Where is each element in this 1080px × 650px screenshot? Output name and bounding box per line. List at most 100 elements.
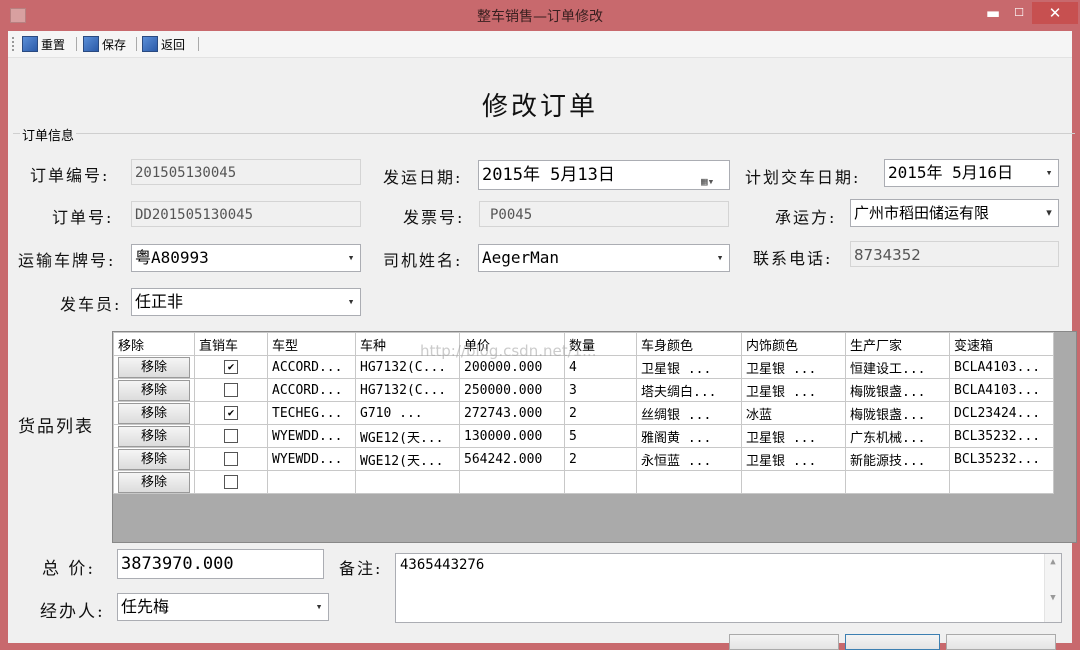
cell-gearbox[interactable]: BCL35232... (949, 447, 1054, 471)
maximize-button[interactable]: ☐ (1008, 2, 1030, 24)
cell-maker[interactable]: 梅陇银盏... (845, 378, 950, 402)
reset-button[interactable]: 重置 (22, 35, 65, 53)
chevron-down-icon[interactable]: ▾ (1042, 160, 1056, 186)
direct-sale-checkbox[interactable]: ✔ (224, 406, 238, 420)
cell-gearbox[interactable] (949, 470, 1054, 494)
order-id-field[interactable]: DD201505130045 (131, 201, 361, 227)
col-header-remove[interactable]: 移除 (113, 332, 195, 356)
total-field[interactable]: 3873970.000 (117, 549, 324, 579)
remove-row-button[interactable]: 移除 (118, 356, 190, 378)
col-header-model[interactable]: 车型 (267, 332, 356, 356)
cell-gearbox[interactable]: BCLA4103... (949, 355, 1054, 379)
bottom-button[interactable] (729, 634, 839, 650)
direct-sale-checkbox[interactable] (224, 475, 238, 489)
cell-body-color[interactable]: 丝绸银 ... (636, 401, 742, 425)
cell-kind[interactable] (355, 470, 460, 494)
cell-maker[interactable]: 恒建设工... (845, 355, 950, 379)
close-button[interactable]: ✕ (1032, 2, 1078, 24)
cell-kind[interactable]: WGE12(天... (355, 447, 460, 471)
col-header-interior-color[interactable]: 内饰颜色 (741, 332, 846, 356)
table-row[interactable]: 移除 ✔ TECHEG... G710 ... 272743.000 2 丝绸银 ... 冰蓝… (113, 401, 1054, 425)
table-row[interactable]: 移除 WYEWDD... WGE12(天... 564242.000 2 永恒蓝 ... 卫… (113, 447, 1054, 471)
table-row[interactable]: 移除 ACCORD... HG7132(C... 250000.000 3 塔夫绸白...… (113, 378, 1054, 402)
cell-qty[interactable] (564, 470, 637, 494)
goods-grid[interactable]: 移除 直销车 车型 车种 单价 数量 车身颜色 内饰颜色 生产厂家 变速箱 移除… (112, 331, 1077, 543)
cell-price[interactable]: 272743.000 (459, 401, 565, 425)
cell-body-color[interactable]: 卫星银 ... (636, 355, 742, 379)
direct-sale-checkbox[interactable] (224, 383, 238, 397)
remark-scrollbar[interactable]: ▲ ▼ (1044, 554, 1061, 622)
back-button[interactable]: 返回 (142, 35, 185, 53)
col-header-body-color[interactable]: 车身颜色 (636, 332, 742, 356)
cell-body-color[interactable]: 永恒蓝 ... (636, 447, 742, 471)
col-header-maker[interactable]: 生产厂家 (845, 332, 950, 356)
cell-qty[interactable]: 2 (564, 447, 637, 471)
cell-kind[interactable]: HG7132(C... (355, 378, 460, 402)
chevron-down-icon[interactable]: ▾ (344, 245, 358, 271)
cell-interior-color[interactable]: 冰蓝 (741, 401, 846, 425)
cell-interior-color[interactable]: 卫星银 ... (741, 424, 846, 448)
remove-row-button[interactable]: 移除 (118, 402, 190, 424)
table-row[interactable]: 移除 WYEWDD... WGE12(天... 130000.000 5 雅阁黄 ... 卫… (113, 424, 1054, 448)
col-header-gearbox[interactable]: 变速箱 (949, 332, 1054, 356)
chevron-down-icon[interactable]: ▾ (1042, 200, 1056, 226)
carrier-select[interactable]: 广州市稻田储运有限 ▾ (850, 199, 1059, 227)
plate-select[interactable]: 粤A80993 ▾ (131, 244, 361, 272)
cell-interior-color[interactable] (741, 470, 846, 494)
cell-interior-color[interactable]: 卫星银 ... (741, 447, 846, 471)
cell-maker[interactable]: 梅陇银盏... (845, 401, 950, 425)
dispatcher-select[interactable]: 任正非 ▾ (131, 288, 361, 316)
cell-model[interactable]: ACCORD... (267, 355, 356, 379)
phone-field[interactable]: 8734352 (850, 241, 1059, 267)
calendar-icon[interactable]: ▦▾ (701, 168, 723, 188)
cell-model[interactable]: WYEWDD... (267, 424, 356, 448)
minimize-button[interactable]: ▬ (980, 2, 1006, 24)
toolbar-grip[interactable] (12, 37, 16, 51)
cell-model[interactable]: ACCORD... (267, 378, 356, 402)
cell-model[interactable] (267, 470, 356, 494)
cell-qty[interactable]: 5 (564, 424, 637, 448)
title-bar[interactable]: 整车销售—订单修改 ▬ ☐ ✕ (0, 0, 1080, 31)
driver-select[interactable]: AegerMan ▾ (478, 244, 730, 272)
col-header-direct[interactable]: 直销车 (194, 332, 268, 356)
cell-price[interactable]: 250000.000 (459, 378, 565, 402)
direct-sale-checkbox[interactable] (224, 429, 238, 443)
cell-maker[interactable]: 广东机械... (845, 424, 950, 448)
scroll-down-icon[interactable]: ▼ (1045, 590, 1061, 606)
remark-textarea[interactable]: 4365443276 ▲ ▼ (395, 553, 1062, 623)
cell-interior-color[interactable]: 卫星银 ... (741, 378, 846, 402)
remove-row-button[interactable]: 移除 (118, 471, 190, 493)
remove-row-button[interactable]: 移除 (118, 379, 190, 401)
cell-price[interactable] (459, 470, 565, 494)
direct-sale-checkbox[interactable]: ✔ (224, 360, 238, 374)
cell-gearbox[interactable]: BCL35232... (949, 424, 1054, 448)
cell-qty[interactable]: 2 (564, 401, 637, 425)
save-button[interactable]: 保存 (83, 35, 126, 53)
invoice-no-field[interactable]: P0045 (479, 201, 729, 227)
order-no-field[interactable]: 201505130045 (131, 159, 361, 185)
ship-date-picker[interactable]: 2015年 5月13日 ▦▾ (478, 160, 730, 190)
cell-body-color[interactable] (636, 470, 742, 494)
cell-qty[interactable]: 3 (564, 378, 637, 402)
cell-kind[interactable]: G710 ... (355, 401, 460, 425)
cell-price[interactable]: 130000.000 (459, 424, 565, 448)
chevron-down-icon[interactable]: ▾ (312, 594, 326, 620)
cell-model[interactable]: WYEWDD... (267, 447, 356, 471)
chevron-down-icon[interactable]: ▾ (713, 245, 727, 271)
plan-date-picker[interactable]: 2015年 5月16日 ▾ (884, 159, 1059, 187)
cell-maker[interactable]: 新能源技... (845, 447, 950, 471)
bottom-button[interactable] (845, 634, 940, 650)
handler-select[interactable]: 任先梅 ▾ (117, 593, 329, 621)
chevron-down-icon[interactable]: ▾ (344, 289, 358, 315)
direct-sale-checkbox[interactable] (224, 452, 238, 466)
remove-row-button[interactable]: 移除 (118, 448, 190, 470)
remove-row-button[interactable]: 移除 (118, 425, 190, 447)
cell-gearbox[interactable]: BCLA4103... (949, 378, 1054, 402)
table-row[interactable]: 移除 (113, 470, 1054, 494)
cell-maker[interactable] (845, 470, 950, 494)
cell-model[interactable]: TECHEG... (267, 401, 356, 425)
cell-gearbox[interactable]: DCL23424... (949, 401, 1054, 425)
cell-kind[interactable]: WGE12(天... (355, 424, 460, 448)
bottom-button[interactable] (946, 634, 1056, 650)
cell-body-color[interactable]: 雅阁黄 ... (636, 424, 742, 448)
